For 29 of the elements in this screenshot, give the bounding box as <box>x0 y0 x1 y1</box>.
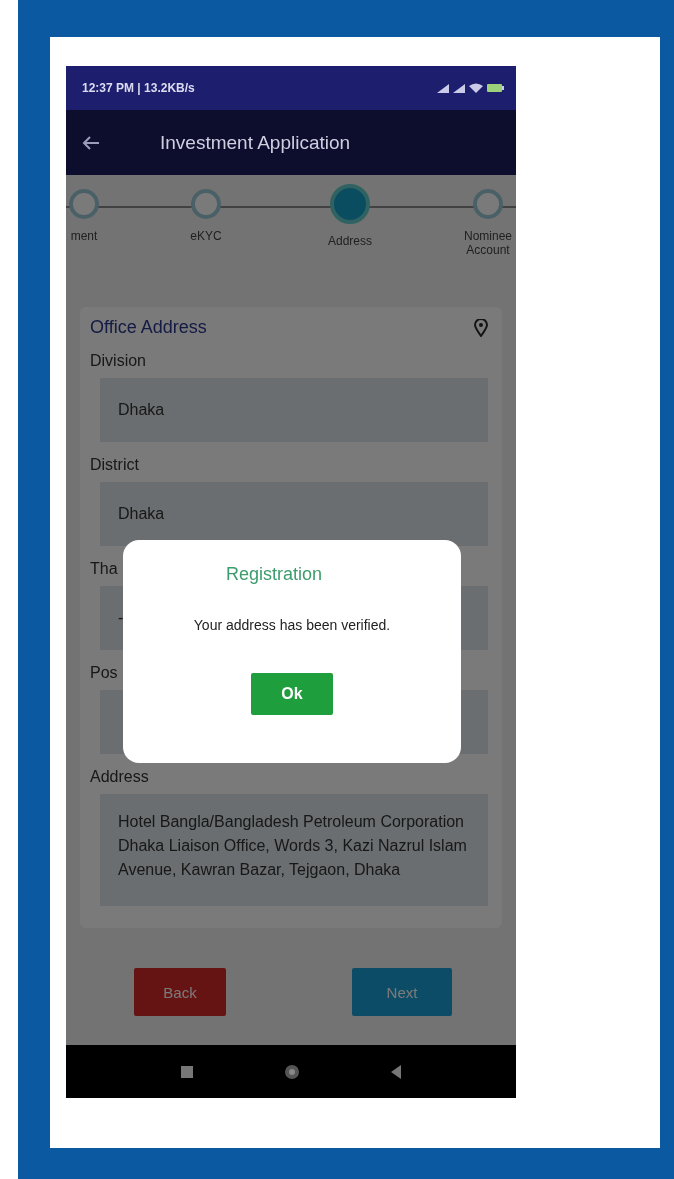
back-triangle-icon[interactable] <box>390 1063 402 1080</box>
signal-icon <box>453 83 465 93</box>
back-arrow-icon[interactable] <box>82 134 100 151</box>
ok-button[interactable]: Ok <box>251 673 333 715</box>
battery-icon <box>487 84 504 92</box>
input-field[interactable]: Dhaka <box>100 378 488 442</box>
status-time: 12:37 PM | 13.2KB/s <box>82 81 195 95</box>
location-pin-icon[interactable] <box>474 318 488 337</box>
field-label: Address <box>90 768 149 786</box>
step-label: eKYC <box>189 229 223 243</box>
home-circle-icon[interactable] <box>284 1063 300 1080</box>
field-label: Pos <box>90 664 118 682</box>
back-button[interactable]: Back <box>134 968 226 1016</box>
address-textarea[interactable]: Hotel Bangla/Bangladesh Petroleum Corporation Dhaka Liaison Office, Words 3, Kazi Nazrul Islam Avenue, Kawran Bazar, Tejgaon, Dhaka <box>100 794 488 906</box>
app-title: Investment Application <box>160 131 351 154</box>
step-label: Nominee Account <box>463 229 513 257</box>
field-label: Division <box>90 352 146 370</box>
wifi-icon <box>469 83 483 93</box>
square-icon[interactable] <box>180 1064 194 1079</box>
step-label: Address <box>327 234 373 248</box>
dialog-title: Registration <box>225 564 322 585</box>
dialog-message: Your address has been verified. <box>193 617 391 633</box>
input-field[interactable]: Dhaka <box>100 482 488 546</box>
signal-icon <box>437 83 449 93</box>
field-label: District <box>90 456 139 474</box>
next-button[interactable]: Next <box>352 968 452 1016</box>
step-label: ment <box>69 229 99 243</box>
field-label: Tha <box>90 560 118 578</box>
section-title: Office Address <box>90 317 207 338</box>
